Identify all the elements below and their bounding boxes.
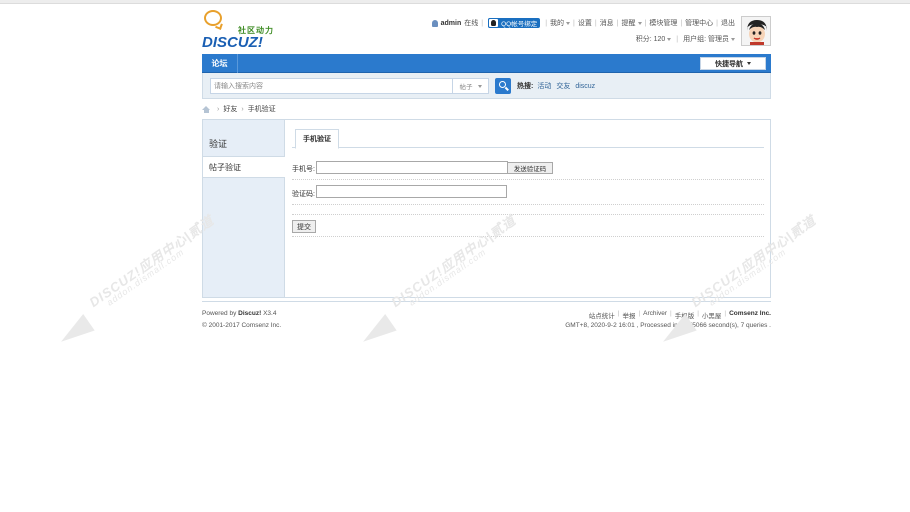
messages-link[interactable]: 消息	[600, 18, 614, 28]
code-input[interactable]	[316, 185, 507, 198]
user-icon	[431, 19, 438, 27]
tab-phone-verify[interactable]: 手机验证	[295, 129, 339, 149]
avatar[interactable]	[741, 16, 771, 46]
logo-wordmark: DISCUZ!	[202, 34, 263, 51]
search-type-label: 帖子	[459, 84, 473, 91]
settings-link[interactable]: 设置	[578, 18, 592, 28]
breadcrumb-friends[interactable]: 好友	[223, 104, 237, 114]
phone-row: 手机号: 发送验证码	[292, 154, 764, 180]
quick-nav-button[interactable]: 快捷导航	[700, 57, 766, 70]
home-icon[interactable]	[202, 105, 210, 113]
phone-input[interactable]	[316, 161, 508, 174]
submit-row: 提交	[292, 215, 764, 237]
main-nav: 论坛 快捷导航	[202, 54, 771, 73]
search-type-select[interactable]: 帖子	[453, 78, 489, 94]
submit-button[interactable]: 提交	[292, 220, 316, 233]
search-bar: 请输入搜索内容 帖子 热搜: 活动 交友 discuz	[202, 73, 771, 99]
footer-link-mobile[interactable]: 手机版	[675, 310, 695, 320]
divider: |	[716, 19, 718, 27]
points-link[interactable]: 积分: 120	[636, 34, 666, 44]
qq-bind-button[interactable]: QQ帐号绑定	[488, 18, 541, 28]
my-menu-link[interactable]: 我的	[550, 18, 564, 28]
content-area: 手机验证 手机号: 发送验证码 验证码: 提交	[286, 120, 770, 297]
browser-top-strip	[0, 0, 910, 4]
powered-by: Powered by Discuz! X3.4	[202, 310, 276, 317]
divider: |	[669, 310, 672, 317]
tab-bar: 手机验证	[292, 126, 764, 149]
phone-label: 手机号:	[292, 166, 315, 173]
footer-link-blackroom[interactable]: 小黑屋	[702, 310, 722, 320]
qq-penguin-icon	[488, 18, 500, 28]
user-stats: 积分: 120 | 用户组: 管理员	[636, 33, 735, 45]
chevron-down-icon	[477, 84, 482, 88]
spacer-row	[292, 205, 764, 215]
nav-item-forum[interactable]: 论坛	[202, 54, 238, 73]
sidebar-item-post-verify[interactable]: 帖子验证	[203, 157, 285, 178]
footer-link-archiver[interactable]: Archiver	[643, 310, 667, 320]
search-button[interactable]	[495, 78, 511, 94]
footer-link-report[interactable]: 举报	[622, 310, 635, 320]
footer: Powered by Discuz! X3.4 © 2001-2017 Coms…	[202, 301, 771, 331]
site-logo[interactable]: 社区动力 DISCUZ!	[202, 10, 282, 51]
chevron-right-icon: ›	[217, 105, 220, 113]
online-status[interactable]: 在线	[464, 18, 478, 28]
send-code-button[interactable]: 发送验证码	[507, 162, 553, 174]
code-label: 验证码:	[292, 191, 315, 198]
search-icon-handle	[505, 86, 509, 91]
divider: |	[616, 19, 619, 27]
divider: |	[545, 19, 548, 27]
qq-bind-label: QQ帐号绑定	[501, 21, 538, 28]
sidebar-title: 验证	[203, 120, 284, 157]
divider: |	[724, 310, 727, 317]
hot-label: 热搜:	[517, 83, 534, 90]
chevron-down-icon	[747, 62, 751, 65]
divider: |	[481, 19, 484, 27]
version: X3.4	[263, 310, 277, 317]
watermark-text: DISCUZ!应用中心|贰道	[86, 212, 217, 310]
user-toolbar: admin 在线 | QQ帐号绑定 | 我的 | 设置 | 消息 | 提醒 | …	[431, 17, 735, 29]
divider: |	[594, 19, 597, 27]
logout-link[interactable]: 退出	[721, 18, 735, 28]
hot-item-discuz[interactable]: discuz	[575, 83, 595, 90]
breadcrumb-current: 手机验证	[247, 106, 276, 113]
watermark-arrow-icon	[55, 314, 95, 350]
footer-links: 站点统计 | 举报 | Archiver | 手机版 | 小黑屋 | Comse…	[589, 310, 771, 320]
avatar-face-icon	[742, 17, 770, 45]
hot-item-friends[interactable]: 交友	[556, 81, 570, 91]
powered-brand-link[interactable]: Discuz!	[238, 310, 261, 317]
chevron-down-icon	[667, 37, 672, 41]
chevron-down-icon	[566, 21, 571, 25]
reminders-link[interactable]: 提醒	[622, 18, 636, 28]
divider: |	[644, 19, 647, 27]
divider: |	[676, 35, 679, 43]
divider: |	[697, 310, 699, 317]
sidebar: 验证 帖子验证	[203, 120, 285, 297]
main-panel: 验证 帖子验证 手机验证 手机号: 发送验证码 验证码: 提交	[202, 119, 771, 298]
footer-link-stats[interactable]: 站点统计	[589, 310, 615, 320]
breadcrumb: › 好友 › 手机验证	[202, 103, 771, 115]
search-input[interactable]: 请输入搜索内容	[210, 78, 453, 94]
quick-nav-label: 快捷导航	[715, 60, 743, 68]
code-row: 验证码:	[292, 180, 764, 205]
copyright: © 2001-2017 Comsenz Inc.	[202, 322, 282, 329]
divider: |	[680, 19, 683, 27]
chevron-down-icon	[731, 37, 735, 41]
divider: |	[638, 310, 641, 317]
powered-prefix: Powered by	[202, 310, 237, 317]
footer-company-link[interactable]: Comsenz Inc.	[729, 310, 771, 320]
chevron-down-icon	[637, 21, 642, 25]
module-manage-link[interactable]: 模块管理	[649, 18, 677, 28]
hot-searches: 热搜: 活动 交友 discuz	[517, 78, 600, 94]
chevron-right-icon: ›	[241, 105, 244, 113]
logo-tail	[215, 22, 223, 30]
header: 社区动力 DISCUZ! admin 在线 | QQ帐号绑定 | 我的 | 设置…	[202, 8, 771, 52]
username-link[interactable]: admin	[441, 20, 462, 27]
hot-item-activity[interactable]: 活动	[537, 81, 551, 91]
admin-center-link[interactable]: 管理中心	[685, 18, 713, 28]
watermark-subtext: addon.dismall.com	[104, 246, 187, 308]
processed-info: GMT+8, 2020-9-2 16:01 , Processed in 1.1…	[565, 322, 771, 329]
divider: |	[573, 19, 575, 27]
usergroup-link[interactable]: 用户组: 管理员	[683, 34, 729, 44]
divider: |	[617, 310, 620, 317]
